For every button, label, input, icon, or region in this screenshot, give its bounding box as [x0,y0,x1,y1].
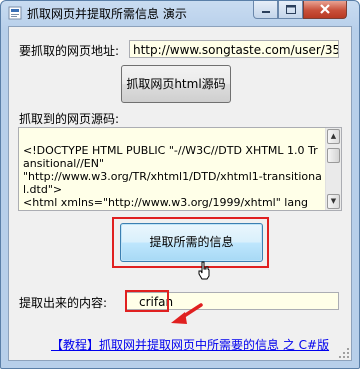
scroll-down-button[interactable]: ▼ [327,194,340,209]
app-icon [8,6,22,20]
close-icon [320,4,330,14]
fetch-html-button[interactable]: 抓取网页html源码 [121,65,231,103]
source-label: 抓取到的网页源码: [19,112,120,126]
url-label: 要抓取的网页地址: [19,44,120,58]
scroll-up-icon: ▲ [330,132,337,140]
title-bar[interactable]: 抓取网页并提取所需信息 演示 [1,1,359,25]
maximize-button[interactable] [278,1,303,19]
form-client-area: 要抓取的网页地址: http://www.songtaste.com/user/… [8,26,352,361]
app-window: 抓取网页并提取所需信息 演示 要抓取的网页地址: http://www.song… [0,0,360,369]
minimize-icon [262,11,270,13]
resize-grip-icon[interactable] [338,347,350,359]
result-label: 提取出来的内容: [19,296,108,310]
scroll-up-button[interactable]: ▲ [327,129,340,144]
scroll-thumb[interactable] [327,148,340,163]
source-scrollbar[interactable]: ▲ ▼ [325,128,341,210]
maximize-icon [286,5,296,14]
mouse-cursor-icon [198,261,210,280]
scroll-down-icon: ▼ [330,197,337,205]
extract-info-button[interactable]: 提取所需的信息 [120,223,263,262]
close-button[interactable] [303,1,347,19]
window-title: 抓取网页并提取所需信息 演示 [27,7,187,21]
result-highlight [125,290,169,312]
tutorial-link[interactable]: 【教程】抓取网并提取网页中所需要的信息 之 C#版 [51,336,329,353]
url-input[interactable]: http://www.songtaste.com/user/351979/ [129,40,339,58]
source-content: <!DOCTYPE HTML PUBLIC "-//W3C//DTD XHTML… [23,144,322,210]
minimize-button[interactable] [253,1,278,19]
source-textarea[interactable]: <!DOCTYPE HTML PUBLIC "-//W3C//DTD XHTML… [18,127,342,211]
red-arrow-icon [171,303,203,324]
